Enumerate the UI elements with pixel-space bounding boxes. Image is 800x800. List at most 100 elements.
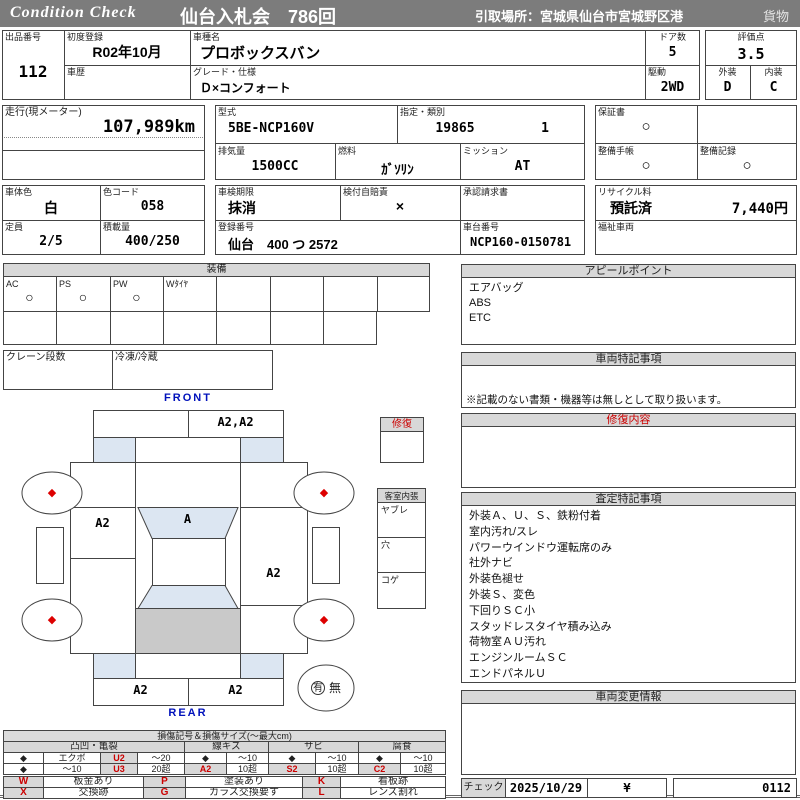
- color-code-label: 色コード: [103, 187, 140, 197]
- assessment-item: 外装Ｓ、変色: [469, 588, 535, 601]
- pickup-location: 引取場所：宮城県仙台市宮城野区港: [475, 9, 684, 24]
- appeal-points-header: アピールポイント: [461, 264, 796, 278]
- maintenance-book-label: 整備手帳: [598, 146, 635, 156]
- equipment-header: 装備: [3, 263, 430, 277]
- legend-group-dent: 凸凹・亀裂: [3, 741, 185, 753]
- interior-grade-label: 内装: [764, 67, 783, 77]
- check-mark: ¥: [623, 781, 631, 795]
- repair-mini-header: 修復: [380, 417, 424, 432]
- chassis-number: NCP160-0150781: [470, 235, 572, 249]
- load-capacity: 400/250: [125, 234, 180, 249]
- code-k-desc: 看板跡: [340, 776, 446, 788]
- registration-number: 仙台 400 つ 2572: [228, 237, 338, 252]
- inspection-label: 車検期限: [218, 187, 255, 197]
- insurance-label: 検付自賠責: [343, 187, 389, 197]
- chassis-number-label: 車台番号: [463, 222, 500, 232]
- header-bar: Condition Check 仙台入札会 786回 引取場所：宮城県仙台市宮城…: [0, 0, 800, 27]
- code-l: L: [302, 787, 341, 799]
- cabin-box-header: 客室内張: [377, 488, 426, 503]
- legend-title: 損傷記号＆損傷サイズ(〜最大cm): [2, 730, 447, 742]
- fuel-label: 燃料: [338, 146, 357, 156]
- legend-code-u2: U2: [100, 752, 138, 764]
- exterior-grade: D: [723, 80, 732, 95]
- legend-cell: 〜10: [43, 763, 101, 775]
- auction-title: 仙台入札会 786回: [180, 7, 337, 27]
- interior-grade: C: [769, 80, 778, 95]
- wheel-fr-diamond-icon: ◆: [319, 487, 329, 499]
- equip-ac-mark: ○: [25, 289, 34, 305]
- windshield-damage-mark: A: [183, 512, 192, 526]
- brand-logo: Condition Check: [10, 4, 137, 21]
- lot-number-label: 出品番号: [5, 32, 42, 42]
- maintenance-record-mark: ○: [742, 157, 752, 174]
- doors-label: ドア数: [658, 32, 686, 42]
- spare-tire-yes: 有: [311, 681, 325, 695]
- code-g-desc: ガラス交換要す: [185, 787, 303, 799]
- capacity-label: 定員: [5, 222, 24, 232]
- first-registration-label: 初度登録: [67, 32, 104, 42]
- capacity: 2/5: [39, 234, 63, 249]
- lot-number: 112: [18, 62, 48, 81]
- rear-bumper-left-damage-mark: A2: [133, 683, 148, 697]
- check-code: 0112: [762, 781, 791, 795]
- front-bumper-damage-mark: A2,A2: [217, 415, 254, 429]
- exterior-grade-label: 外装: [718, 67, 737, 77]
- grade: Ｄ×コンフォート: [200, 81, 291, 95]
- transmission-label: ミッション: [463, 146, 509, 156]
- insurance-mark: ×: [395, 198, 405, 214]
- repair-details-header: 修復内容: [461, 413, 796, 427]
- legend-cell: 20超: [137, 763, 185, 775]
- code-w-desc: 板金あり: [43, 776, 144, 788]
- class-number: 19865: [435, 121, 475, 136]
- crane-label: クレーン段数: [6, 352, 66, 363]
- repair-mini-body: [380, 431, 424, 463]
- legend-code-u3: U3: [100, 763, 138, 775]
- load-capacity-label: 積載量: [103, 222, 131, 232]
- warranty-mark: ○: [641, 118, 651, 135]
- assessment-item: エンドパネルＵ: [469, 667, 546, 680]
- inspection-status: 抹消: [228, 200, 256, 216]
- legend-code-s2: S2: [268, 763, 316, 775]
- legend-cell: 〜10: [399, 752, 447, 764]
- first-registration: R02年10月: [92, 44, 162, 60]
- class-variant: 1: [541, 121, 549, 136]
- maintenance-record-label: 整備記録: [700, 146, 737, 156]
- recycle-fee: 7,440円: [731, 201, 788, 217]
- right-door-damage-mark: A2: [266, 566, 281, 580]
- legend-diamond-icon: ◆: [358, 752, 401, 764]
- legend-diamond-icon: ◆: [184, 752, 227, 764]
- equip-pw-mark: ○: [132, 289, 141, 305]
- code-x: X: [3, 787, 44, 799]
- score-label: 評価点: [737, 32, 765, 42]
- assessment-item: 荷物室ＡＵ汚れ: [469, 636, 546, 649]
- appeal-item: エアバッグ: [469, 282, 524, 294]
- displacement: 1500CC: [251, 159, 299, 174]
- approval-label: 承認請求書: [463, 187, 509, 197]
- assessment-item: 下回りＳＣ小: [469, 604, 535, 617]
- odometer-value: 107,989km: [102, 117, 195, 137]
- class-label: 指定・類別: [400, 107, 446, 117]
- legend-cell: 10超: [399, 763, 447, 775]
- code-k: K: [302, 776, 341, 788]
- color-code: 058: [140, 199, 165, 214]
- assessment-notes-list: 外装Ａ、Ｕ、Ｓ、鉄粉付着 室内汚れ/スレ パワーウインドウ運転席のみ 社外ナビ …: [469, 509, 612, 683]
- equip-ac-label: AC: [6, 279, 19, 289]
- model-code: 5BE-NCP160V: [228, 121, 315, 136]
- body-color-label: 車体色: [5, 187, 33, 197]
- legend-cell: 10超: [226, 763, 269, 775]
- equip-ps-mark: ○: [78, 289, 88, 305]
- spare-tire-no: 無: [329, 681, 342, 695]
- legend-cell: 〜10: [315, 752, 359, 764]
- model-code-label: 型式: [218, 107, 237, 117]
- diagram-front-label: FRONT: [164, 392, 212, 404]
- assessment-item: スタッドレスタイヤ積み込み: [469, 620, 612, 633]
- assessment-item: 室内汚れ/スレ: [469, 525, 539, 538]
- assessment-notes-header: 査定特記事項: [461, 492, 796, 506]
- welfare-vehicle-label: 福祉車両: [598, 222, 635, 232]
- body-color: 白: [44, 200, 58, 216]
- change-info-header: 車両変更情報: [461, 690, 796, 704]
- legend-code-c2: C2: [358, 763, 401, 775]
- legend-group-rust: サビ: [268, 741, 359, 753]
- check-label: チェック: [462, 779, 505, 797]
- code-p-desc: 塗装あり: [185, 776, 303, 788]
